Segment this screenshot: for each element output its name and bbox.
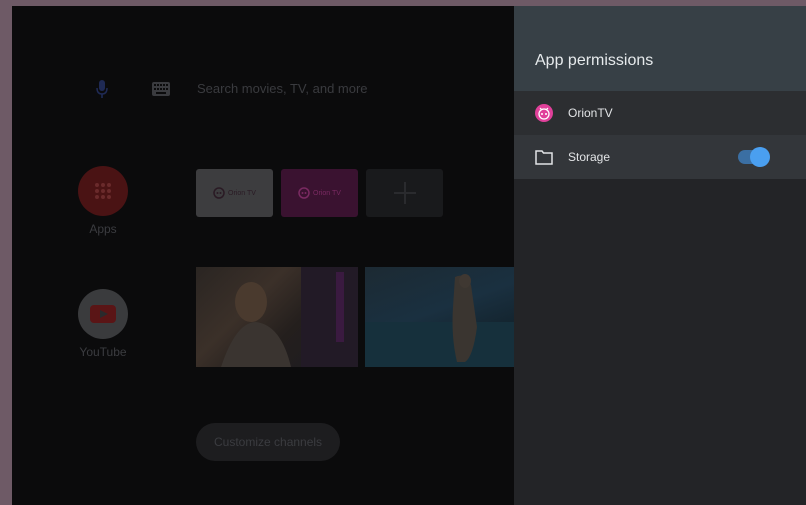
toggle-knob xyxy=(750,147,770,167)
apps-label: Apps xyxy=(89,222,117,236)
plus-icon xyxy=(393,182,416,204)
panel-header: App permissions xyxy=(514,6,806,91)
video-thumbnail[interactable] xyxy=(196,267,358,367)
add-tile-button[interactable] xyxy=(366,169,443,217)
app-row: OrionTV xyxy=(514,91,806,135)
tile-label: Orion TV xyxy=(313,189,341,197)
folder-icon xyxy=(534,147,554,167)
app-name: OrionTV xyxy=(568,106,613,120)
storage-toggle[interactable] xyxy=(738,147,770,167)
permission-label: Storage xyxy=(568,150,611,164)
microphone-icon[interactable] xyxy=(95,80,109,98)
youtube-shortcut[interactable]: YouTube xyxy=(63,289,143,359)
app-permissions-panel: App permissions OrionTV Storage xyxy=(514,6,806,505)
orion-tv-tile[interactable]: Orion TV xyxy=(196,169,273,217)
video-thumbnail[interactable] xyxy=(365,267,514,367)
keyboard-icon[interactable] xyxy=(152,82,170,96)
page-title: App permissions xyxy=(535,52,654,69)
home-launcher: Search movies, TV, and more Apps YouTube… xyxy=(12,6,514,505)
youtube-label: YouTube xyxy=(79,345,127,359)
search-row[interactable]: Search movies, TV, and more xyxy=(12,74,514,104)
tile-label: Orion TV xyxy=(228,189,256,197)
apps-grid-icon xyxy=(78,166,128,216)
search-placeholder[interactable]: Search movies, TV, and more xyxy=(197,81,368,96)
customize-channels-button[interactable]: Customize channels xyxy=(196,423,341,461)
orion-tv-tile-alt[interactable]: Orion TV xyxy=(281,169,358,217)
orion-app-icon xyxy=(534,103,554,123)
orion-logo-icon xyxy=(298,187,310,199)
orion-logo-icon xyxy=(213,187,225,199)
tv-screen: Search movies, TV, and more Apps YouTube… xyxy=(12,6,806,505)
youtube-play-icon xyxy=(78,289,128,339)
apps-shortcut[interactable]: Apps xyxy=(63,166,143,236)
permission-row-storage[interactable]: Storage xyxy=(514,135,806,179)
